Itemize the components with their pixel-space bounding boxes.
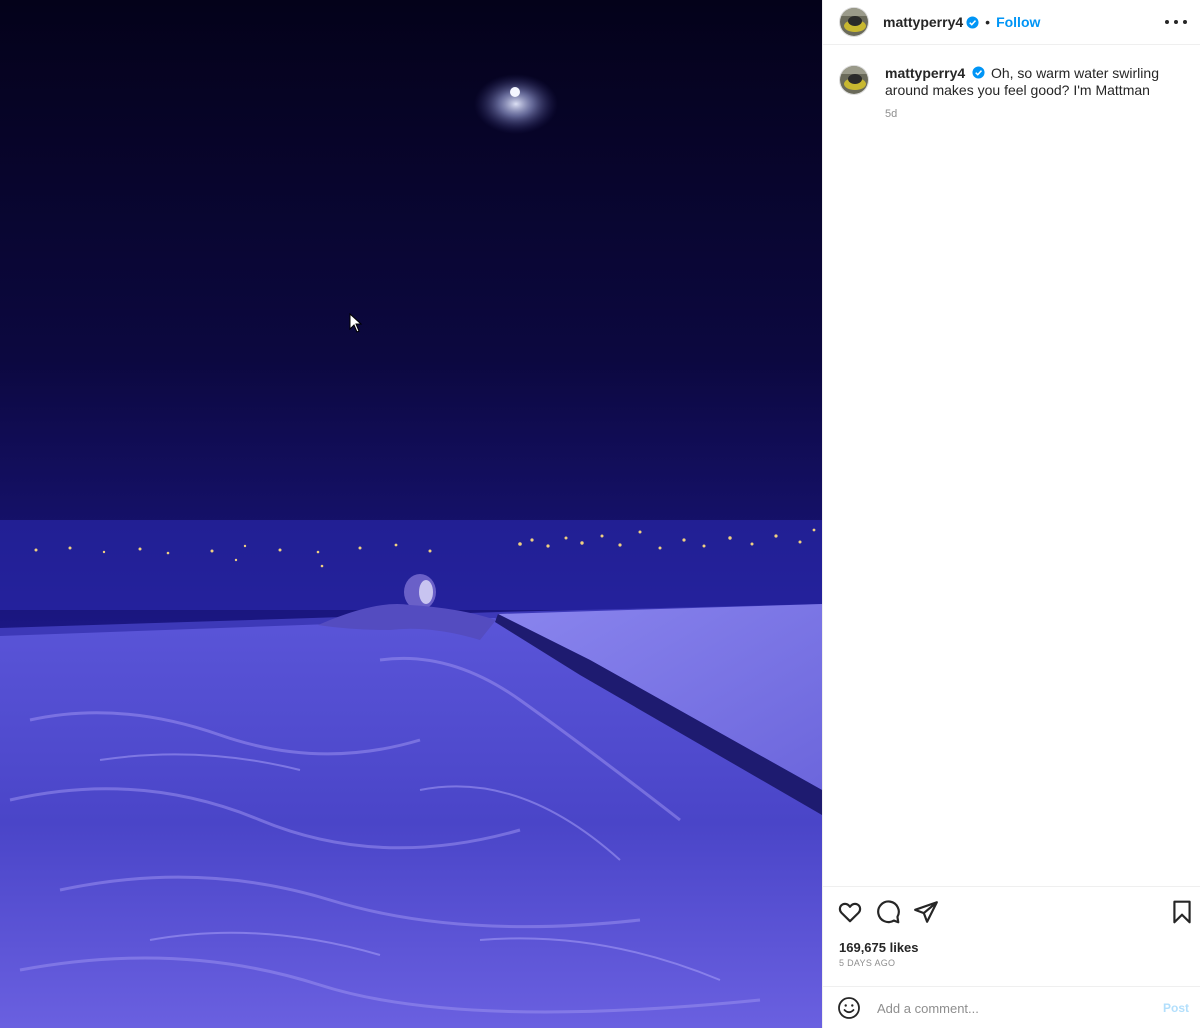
post-header: mattyperry4 • Follow: [823, 0, 1200, 45]
avatar[interactable]: [839, 7, 869, 37]
likes-count[interactable]: 169,675 likes: [839, 940, 919, 955]
more-dot: [1183, 20, 1187, 24]
night-hot-tub-photo: [0, 0, 822, 1028]
follow-button[interactable]: Follow: [996, 14, 1040, 30]
caption-avatar[interactable]: [839, 65, 869, 95]
bookmark-icon[interactable]: [1169, 899, 1195, 925]
post-image[interactable]: [0, 0, 822, 1028]
verified-badge-icon: [972, 66, 985, 79]
emoji-icon[interactable]: [837, 996, 861, 1020]
post-actions-section: 169,675 likes 5 DAYS AGO Post: [823, 886, 1200, 1028]
header-separator: •: [985, 14, 991, 30]
heart-icon[interactable]: [837, 899, 863, 925]
caption-username[interactable]: mattyperry4: [885, 65, 965, 81]
more-horizontal-icon[interactable]: [1165, 12, 1187, 32]
caption-text-block: mattyperry4 Oh, so warm water swirling a…: [885, 65, 1185, 99]
post-view: mattyperry4 • Follow mattyperry4 Oh, so …: [0, 0, 1200, 1028]
caption-timestamp[interactable]: 5d: [885, 108, 1185, 120]
verified-badge-icon: [966, 15, 979, 29]
post-comment-button[interactable]: Post: [1163, 1001, 1189, 1015]
profile-picture: [840, 8, 868, 36]
more-dot: [1174, 20, 1178, 24]
header-username[interactable]: mattyperry4: [883, 14, 963, 30]
comment-input[interactable]: [877, 1000, 1147, 1016]
comment-icon[interactable]: [875, 899, 901, 925]
post-side-panel: mattyperry4 • Follow mattyperry4 Oh, so …: [822, 0, 1200, 1028]
profile-picture: [840, 66, 868, 94]
action-bar: [837, 899, 1191, 925]
post-date[interactable]: 5 DAYS AGO: [839, 958, 895, 968]
share-icon[interactable]: [913, 899, 939, 925]
post-caption: mattyperry4 Oh, so warm water swirling a…: [839, 65, 1189, 120]
mouse-cursor-icon: [349, 313, 363, 333]
comment-bar: Post: [823, 986, 1200, 1028]
more-dot: [1165, 20, 1169, 24]
caption-body: mattyperry4 Oh, so warm water swirling a…: [885, 65, 1185, 120]
